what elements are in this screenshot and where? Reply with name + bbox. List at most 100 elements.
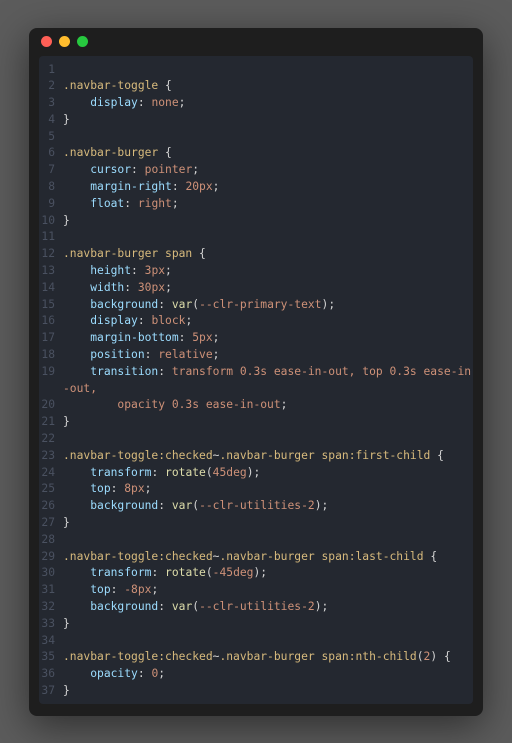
- line-content[interactable]: [63, 62, 473, 79]
- token-punc: ): [315, 600, 322, 613]
- line-content[interactable]: top: -8px;: [63, 582, 473, 599]
- line-content[interactable]: .navbar-toggle:checked~.navbar-burger sp…: [63, 448, 473, 465]
- line-content[interactable]: [63, 633, 473, 650]
- token-punc: {: [430, 449, 444, 462]
- code-line[interactable]: 19 transition: transform 0.3s ease-in-ou…: [39, 364, 473, 398]
- line-content[interactable]: top: 8px;: [63, 481, 473, 498]
- line-content[interactable]: }: [63, 616, 473, 633]
- code-line[interactable]: 35.navbar-toggle:checked~.navbar-burger …: [39, 649, 473, 666]
- code-line[interactable]: 25 top: 8px;: [39, 481, 473, 498]
- line-content[interactable]: [63, 431, 473, 448]
- code-line[interactable]: 36 opacity: 0;: [39, 666, 473, 683]
- code-line[interactable]: 28: [39, 532, 473, 549]
- line-content[interactable]: background: var(--clr-primary-text);: [63, 297, 473, 314]
- token-punc: ;: [281, 398, 288, 411]
- line-content[interactable]: [63, 129, 473, 146]
- token-prop: display: [90, 314, 138, 327]
- line-content[interactable]: transition: transform 0.3s ease-in-out, …: [63, 364, 473, 398]
- line-content[interactable]: background: var(--clr-utilities-2);: [63, 599, 473, 616]
- code-line[interactable]: 29.navbar-toggle:checked~.navbar-burger …: [39, 549, 473, 566]
- line-number: 17: [39, 330, 63, 347]
- code-line[interactable]: 34: [39, 633, 473, 650]
- code-line[interactable]: 32 background: var(--clr-utilities-2);: [39, 599, 473, 616]
- token-prop: transform: [90, 466, 151, 479]
- line-content[interactable]: display: none;: [63, 95, 473, 112]
- token-sel: .navbar-burger: [63, 247, 158, 260]
- line-content[interactable]: height: 3px;: [63, 263, 473, 280]
- code-editor[interactable]: 12.navbar-toggle {3 display: none;4}56.n…: [39, 56, 473, 704]
- line-content[interactable]: opacity: 0;: [63, 666, 473, 683]
- code-line[interactable]: 37}: [39, 683, 473, 700]
- line-content[interactable]: }: [63, 213, 473, 230]
- line-content[interactable]: background: var(--clr-utilities-2);: [63, 498, 473, 515]
- code-line[interactable]: 33}: [39, 616, 473, 633]
- line-content[interactable]: margin-bottom: 5px;: [63, 330, 473, 347]
- line-content[interactable]: }: [63, 515, 473, 532]
- line-content[interactable]: cursor: pointer;: [63, 162, 473, 179]
- close-icon[interactable]: [41, 36, 52, 47]
- line-content[interactable]: }: [63, 683, 473, 700]
- line-content[interactable]: .navbar-burger span {: [63, 246, 473, 263]
- line-content[interactable]: width: 30px;: [63, 280, 473, 297]
- code-line[interactable]: 27}: [39, 515, 473, 532]
- line-content[interactable]: position: relative;: [63, 347, 473, 364]
- code-line[interactable]: 24 transform: rotate(45deg);: [39, 465, 473, 482]
- code-line[interactable]: 23.navbar-toggle:checked~.navbar-burger …: [39, 448, 473, 465]
- code-line[interactable]: 6.navbar-burger {: [39, 145, 473, 162]
- code-line[interactable]: 16 display: block;: [39, 313, 473, 330]
- code-line[interactable]: 31 top: -8px;: [39, 582, 473, 599]
- code-line[interactable]: 12.navbar-burger span {: [39, 246, 473, 263]
- line-content[interactable]: float: right;: [63, 196, 473, 213]
- line-content[interactable]: transform: rotate(45deg);: [63, 465, 473, 482]
- token-punc: ;: [322, 600, 329, 613]
- code-line[interactable]: 18 position: relative;: [39, 347, 473, 364]
- token-punc: :: [158, 499, 172, 512]
- code-line[interactable]: 21}: [39, 414, 473, 431]
- code-line[interactable]: 10}: [39, 213, 473, 230]
- minimize-icon[interactable]: [59, 36, 70, 47]
- code-line[interactable]: 4}: [39, 112, 473, 129]
- code-line[interactable]: 15 background: var(--clr-primary-text);: [39, 297, 473, 314]
- token-val: 30px: [138, 281, 165, 294]
- token-prop: opacity: [90, 667, 138, 680]
- line-content[interactable]: margin-right: 20px;: [63, 179, 473, 196]
- line-content[interactable]: transform: rotate(-45deg);: [63, 565, 473, 582]
- token-func: var: [172, 298, 192, 311]
- code-line[interactable]: 17 margin-bottom: 5px;: [39, 330, 473, 347]
- code-line[interactable]: 14 width: 30px;: [39, 280, 473, 297]
- line-number: 4: [39, 112, 63, 129]
- token-punc: :: [158, 600, 172, 613]
- code-line[interactable]: 3 display: none;: [39, 95, 473, 112]
- code-line[interactable]: 7 cursor: pointer;: [39, 162, 473, 179]
- line-content[interactable]: .navbar-toggle:checked~.navbar-burger sp…: [63, 649, 473, 666]
- code-line[interactable]: 11: [39, 229, 473, 246]
- code-line[interactable]: 8 margin-right: 20px;: [39, 179, 473, 196]
- token-val: 5px: [192, 331, 212, 344]
- token-punc: [63, 398, 117, 411]
- line-content[interactable]: display: block;: [63, 313, 473, 330]
- line-number: 19: [39, 364, 63, 398]
- token-val: -45deg: [213, 566, 254, 579]
- token-punc: [63, 314, 90, 327]
- code-line[interactable]: 22: [39, 431, 473, 448]
- code-line[interactable]: 2.navbar-toggle {: [39, 78, 473, 95]
- line-content[interactable]: [63, 229, 473, 246]
- line-content[interactable]: .navbar-burger {: [63, 145, 473, 162]
- code-line[interactable]: 13 height: 3px;: [39, 263, 473, 280]
- token-prop: width: [90, 281, 124, 294]
- code-line[interactable]: 30 transform: rotate(-45deg);: [39, 565, 473, 582]
- line-content[interactable]: .navbar-toggle {: [63, 78, 473, 95]
- code-line[interactable]: 1: [39, 62, 473, 79]
- code-line[interactable]: 9 float: right;: [39, 196, 473, 213]
- line-content[interactable]: [63, 532, 473, 549]
- line-content[interactable]: }: [63, 414, 473, 431]
- code-line[interactable]: 5: [39, 129, 473, 146]
- token-punc: }: [63, 415, 70, 428]
- code-line[interactable]: 26 background: var(--clr-utilities-2);: [39, 498, 473, 515]
- token-val: opacity 0.3s ease-in-out: [117, 398, 280, 411]
- zoom-icon[interactable]: [77, 36, 88, 47]
- line-content[interactable]: opacity 0.3s ease-in-out;: [63, 397, 473, 414]
- line-content[interactable]: .navbar-toggle:checked~.navbar-burger sp…: [63, 549, 473, 566]
- line-content[interactable]: }: [63, 112, 473, 129]
- code-line[interactable]: 20 opacity 0.3s ease-in-out;: [39, 397, 473, 414]
